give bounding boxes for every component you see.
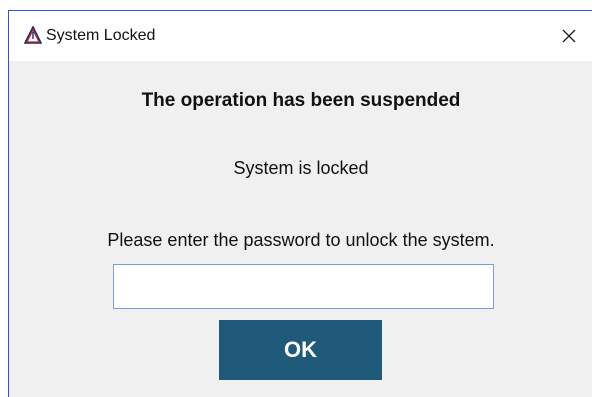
desktop: System Locked The operation has been sus… [0,0,592,397]
title-bar[interactable]: System Locked [9,11,592,61]
close-icon [562,29,576,43]
password-input[interactable] [113,264,494,309]
window-title: System Locked [46,27,156,44]
status-message: System is locked [233,158,369,178]
warning-triangle-icon [23,25,43,44]
close-button[interactable] [546,11,592,61]
ok-button[interactable]: OK [219,320,382,380]
dialog-heading: The operation has been suspended [141,90,461,111]
password-prompt: Please enter the password to unlock the … [107,230,495,250]
system-locked-dialog: System Locked The operation has been sus… [8,10,592,397]
